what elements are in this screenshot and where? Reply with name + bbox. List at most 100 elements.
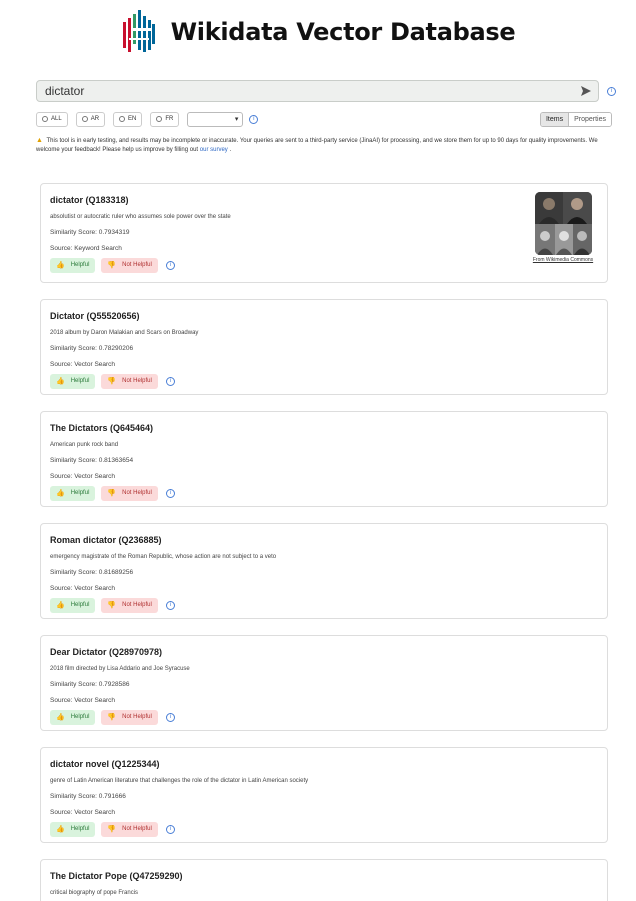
lang-radio-label: FR	[165, 116, 174, 122]
result-score: Similarity Score: 0.7934319	[50, 229, 130, 236]
result-description: 2018 album by Daron Malakian and Scars o…	[50, 330, 199, 336]
feedback-row: 👍 Helpful 👎 Not Helpful i	[50, 709, 598, 725]
filters-info-icon[interactable]: i	[249, 114, 259, 124]
result-source: Source: Vector Search	[50, 697, 116, 704]
not-helpful-label: Not Helpful	[122, 714, 152, 720]
result-card: Dear Dictator (Q28970978) 2018 film dire…	[40, 635, 608, 731]
thumbs-up-icon: 👍	[56, 714, 65, 721]
disclaimer-end: .	[229, 147, 232, 153]
thumbs-down-icon: 👎	[107, 378, 117, 385]
feedback-row: 👍 Helpful 👎 Not Helpful i	[50, 257, 598, 273]
result-score: Similarity Score: 0.7928586	[50, 681, 130, 688]
thumbs-down-icon: 👎	[107, 826, 117, 833]
disclaimer-notice: ▲ This tool is in early testing, and res…	[36, 136, 612, 155]
result-title[interactable]: Roman dictator (Q236885)	[50, 534, 598, 546]
not-helpful-button[interactable]: 👎 Not Helpful	[101, 821, 158, 837]
radio-dot-icon	[42, 116, 48, 122]
result-title[interactable]: Dictator (Q55520656)	[50, 310, 598, 322]
send-arrow-icon[interactable]	[580, 85, 592, 97]
feedback-row: 👍 Helpful 👎 Not Helpful i	[50, 597, 598, 613]
result-source: Source: Vector Search	[50, 473, 116, 480]
lang-radio-en[interactable]: EN	[113, 111, 143, 127]
warning-icon: ▲	[36, 137, 43, 144]
not-helpful-button[interactable]: 👎 Not Helpful	[101, 485, 158, 501]
lang-radio-fr[interactable]: FR	[150, 111, 180, 127]
result-score: Similarity Score: 0.81689256	[50, 569, 134, 576]
thumbs-down-icon: 👎	[107, 602, 117, 609]
result-description: 2018 film directed by Lisa Addario and J…	[50, 666, 190, 672]
helpful-label: Helpful	[70, 826, 90, 832]
feedback-info-icon[interactable]: i	[165, 376, 175, 386]
helpful-button[interactable]: 👍 Helpful	[50, 373, 96, 389]
thumbnail-image	[534, 192, 592, 255]
result-score: Similarity Score: 0.78290206	[50, 345, 134, 352]
result-source: Source: Vector Search	[50, 809, 116, 816]
not-helpful-label: Not Helpful	[122, 602, 152, 608]
not-helpful-label: Not Helpful	[122, 378, 152, 384]
not-helpful-button[interactable]: 👎 Not Helpful	[101, 597, 158, 613]
thumbs-up-icon: 👍	[56, 378, 65, 385]
language-select[interactable]: ▾	[187, 111, 244, 127]
result-title[interactable]: Dear Dictator (Q28970978)	[50, 646, 598, 658]
feedback-info-icon[interactable]: i	[165, 824, 175, 834]
search-input[interactable]	[37, 81, 598, 101]
radio-dot-icon	[156, 116, 163, 122]
survey-link[interactable]: our survey	[200, 147, 228, 153]
radio-dot-icon	[81, 116, 88, 122]
search-box	[36, 80, 599, 102]
lang-radio-label: AR	[90, 116, 100, 122]
helpful-button[interactable]: 👍 Helpful	[50, 821, 96, 837]
result-card: Dictator (Q55520656) 2018 album by Daron…	[40, 299, 608, 395]
thumbs-up-icon: 👍	[56, 490, 65, 497]
result-card: dictator (Q183318) absolutist or autocra…	[40, 183, 608, 283]
thumbs-up-icon: 👍	[56, 602, 65, 609]
result-description: genre of Latin American literature that …	[50, 778, 309, 784]
thumbs-down-icon: 👎	[107, 714, 117, 721]
feedback-info-icon[interactable]: i	[165, 600, 175, 610]
feedback-row: 👍 Helpful 👎 Not Helpful i	[50, 373, 598, 389]
lang-radio-label: EN	[128, 116, 137, 122]
lang-radio-all[interactable]: ALL	[36, 111, 68, 127]
thumbs-up-icon: 👍	[56, 262, 65, 269]
tab-properties[interactable]: Properties	[569, 112, 611, 126]
result-title[interactable]: dictator (Q183318)	[50, 194, 598, 206]
helpful-label: Helpful	[70, 714, 90, 720]
not-helpful-button[interactable]: 👎 Not Helpful	[101, 257, 158, 273]
result-source: Source: Vector Search	[50, 585, 116, 592]
thumbnail-caption[interactable]: From Wikimedia Commons	[527, 257, 599, 263]
result-thumbnail[interactable]: From Wikimedia Commons	[527, 192, 599, 263]
not-helpful-button[interactable]: 👎 Not Helpful	[101, 709, 158, 725]
result-source: Source: Keyword Search	[50, 245, 122, 252]
result-source: Source: Vector Search	[50, 361, 116, 368]
feedback-info-icon[interactable]: i	[165, 260, 175, 270]
result-card: dictator novel (Q1225344) genre of Latin…	[40, 747, 608, 843]
search-info-icon[interactable]: i	[607, 86, 616, 96]
result-card: Roman dictator (Q236885) emergency magis…	[40, 523, 608, 619]
tab-items[interactable]: Items	[540, 112, 570, 126]
result-description: critical biography of pope Francis	[50, 890, 139, 896]
helpful-button[interactable]: 👍 Helpful	[50, 709, 96, 725]
not-helpful-label: Not Helpful	[122, 262, 152, 268]
result-description: absolutist or autocratic ruler who assum…	[50, 214, 231, 220]
result-description: emergency magistrate of the Roman Republ…	[50, 554, 277, 560]
lang-radio-label: ALL	[51, 116, 62, 122]
app-title: Wikidata Vector Database	[170, 18, 516, 46]
thumbs-up-icon: 👍	[56, 826, 65, 833]
lang-radio-ar[interactable]: AR	[75, 111, 106, 127]
helpful-button[interactable]: 👍 Helpful	[50, 485, 96, 501]
feedback-info-icon[interactable]: i	[165, 712, 175, 722]
not-helpful-label: Not Helpful	[122, 490, 152, 496]
result-title[interactable]: The Dictators (Q645464)	[50, 422, 598, 434]
radio-dot-icon	[119, 116, 126, 122]
result-title[interactable]: dictator novel (Q1225344)	[50, 758, 598, 770]
not-helpful-button[interactable]: 👎 Not Helpful	[101, 373, 158, 389]
helpful-button[interactable]: 👍 Helpful	[50, 597, 96, 613]
result-description: American punk rock band	[50, 442, 119, 448]
app-header: Wikidata Vector Database	[0, 6, 636, 58]
thumbs-down-icon: 👎	[107, 262, 117, 269]
result-title[interactable]: The Dictator Pope (Q47259290)	[50, 870, 598, 882]
disclaimer-text: This tool is in early testing, and resul…	[36, 138, 598, 153]
feedback-info-icon[interactable]: i	[165, 488, 175, 498]
helpful-button[interactable]: 👍 Helpful	[50, 257, 96, 273]
mode-tabs: Items Properties	[539, 111, 612, 127]
